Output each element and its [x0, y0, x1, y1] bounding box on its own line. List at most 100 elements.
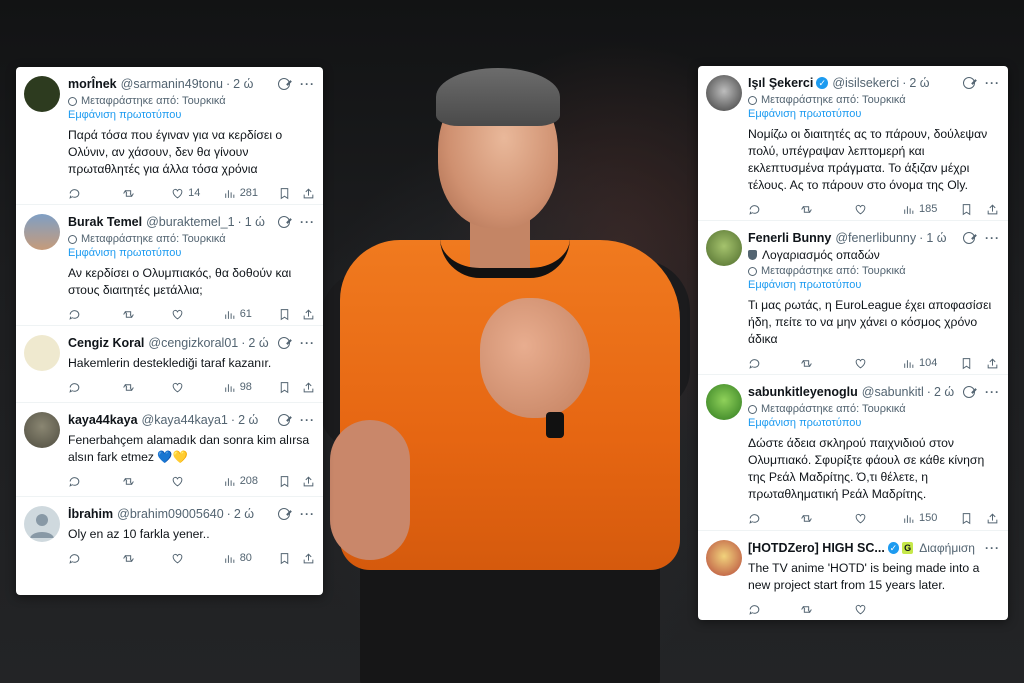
show-original-link[interactable]: Εμφάνιση πρωτοτύπου: [68, 109, 315, 123]
reply-button[interactable]: [68, 381, 122, 394]
avatar[interactable]: [706, 75, 742, 111]
avatar[interactable]: [706, 540, 742, 576]
more-icon[interactable]: ···: [300, 336, 315, 350]
more-icon[interactable]: ···: [985, 385, 1000, 399]
like-button[interactable]: [171, 552, 223, 565]
avatar[interactable]: [24, 214, 60, 250]
author-name[interactable]: kaya44kaya: [68, 413, 138, 427]
timestamp[interactable]: 1 ώ: [926, 231, 946, 245]
reply-button[interactable]: [68, 552, 122, 565]
grok-icon[interactable]: [963, 232, 975, 244]
views-button[interactable]: 80: [223, 552, 279, 565]
views-button[interactable]: 104: [902, 357, 960, 370]
reply-button[interactable]: [748, 357, 800, 370]
author-name[interactable]: Cengiz Koral: [68, 336, 144, 350]
like-button[interactable]: [171, 475, 223, 488]
show-original-link[interactable]: Εμφάνιση πρωτοτύπου: [748, 108, 1000, 122]
reply-button[interactable]: [748, 203, 800, 216]
timestamp[interactable]: 2 ώ: [234, 507, 254, 521]
author-handle[interactable]: @isilsekerci: [832, 76, 899, 90]
more-icon[interactable]: ···: [985, 76, 1000, 90]
share-button[interactable]: [302, 552, 315, 565]
avatar[interactable]: [24, 412, 60, 448]
like-button[interactable]: [854, 357, 902, 370]
retweet-button[interactable]: [800, 203, 854, 216]
like-button[interactable]: 14: [171, 187, 223, 200]
bookmark-button[interactable]: [278, 308, 302, 321]
timestamp[interactable]: 2 ώ: [238, 413, 258, 427]
author-name[interactable]: İbrahim: [68, 507, 113, 521]
bookmark-button[interactable]: [960, 512, 986, 525]
bookmark-button[interactable]: [960, 357, 986, 370]
bookmark-button[interactable]: [960, 203, 986, 216]
share-button[interactable]: [986, 203, 999, 216]
author-handle[interactable]: @fenerlibunny: [835, 231, 916, 245]
grok-icon[interactable]: [278, 216, 290, 228]
share-button[interactable]: [302, 475, 315, 488]
retweet-button[interactable]: [122, 187, 172, 200]
retweet-button[interactable]: [122, 308, 172, 321]
more-icon[interactable]: ···: [985, 541, 1000, 555]
author-name[interactable]: Işıl Şekerci: [748, 76, 813, 90]
reply-button[interactable]: [748, 512, 800, 525]
reply-button[interactable]: [68, 308, 122, 321]
show-original-link[interactable]: Εμφάνιση πρωτοτύπου: [748, 417, 1000, 431]
author-name[interactable]: Burak Temel: [68, 215, 142, 229]
author-name[interactable]: [HOTDZero] HIGH SC...: [748, 541, 885, 555]
show-original-link[interactable]: Εμφάνιση πρωτοτύπου: [748, 279, 1000, 293]
more-icon[interactable]: ···: [985, 231, 1000, 245]
avatar[interactable]: [24, 335, 60, 371]
grok-icon[interactable]: [278, 414, 290, 426]
author-handle[interactable]: @brahim09005640: [117, 507, 224, 521]
more-icon[interactable]: ···: [300, 413, 315, 427]
reply-button[interactable]: [68, 475, 122, 488]
bookmark-button[interactable]: [278, 381, 302, 394]
like-button[interactable]: [171, 308, 223, 321]
bookmark-button[interactable]: [278, 552, 302, 565]
retweet-button[interactable]: [122, 475, 172, 488]
like-button[interactable]: [854, 203, 902, 216]
reply-button[interactable]: [748, 603, 800, 616]
share-button[interactable]: [986, 512, 999, 525]
author-handle[interactable]: @kaya44kaya1: [142, 413, 228, 427]
views-button[interactable]: 281: [223, 187, 279, 200]
author-handle[interactable]: @cengizkoral01: [148, 336, 238, 350]
timestamp[interactable]: 2 ώ: [248, 336, 268, 350]
like-button[interactable]: [854, 603, 902, 616]
like-button[interactable]: [171, 381, 223, 394]
more-icon[interactable]: ···: [300, 507, 315, 521]
views-button[interactable]: 61: [223, 308, 279, 321]
views-button[interactable]: 185: [902, 203, 960, 216]
timestamp[interactable]: 1 ώ: [245, 215, 265, 229]
author-name[interactable]: morÎnek: [68, 77, 117, 91]
author-name[interactable]: Fenerli Bunny: [748, 231, 831, 245]
grok-icon[interactable]: [278, 508, 290, 520]
bookmark-button[interactable]: [278, 475, 302, 488]
author-name[interactable]: sabunkitleyenoglu: [748, 385, 858, 399]
grok-icon[interactable]: [963, 77, 975, 89]
timestamp[interactable]: 2 ώ: [934, 385, 954, 399]
reply-button[interactable]: [68, 187, 122, 200]
retweet-button[interactable]: [122, 381, 172, 394]
share-button[interactable]: [302, 187, 315, 200]
like-button[interactable]: [854, 512, 902, 525]
retweet-button[interactable]: [122, 552, 172, 565]
retweet-button[interactable]: [800, 357, 854, 370]
bookmark-button[interactable]: [278, 187, 302, 200]
author-handle[interactable]: @buraktemel_1: [146, 215, 234, 229]
avatar[interactable]: [24, 506, 60, 542]
share-button[interactable]: [986, 357, 999, 370]
retweet-button[interactable]: [800, 603, 854, 616]
views-button[interactable]: 150: [902, 512, 960, 525]
more-icon[interactable]: ···: [300, 215, 315, 229]
grok-icon[interactable]: [963, 386, 975, 398]
avatar[interactable]: [706, 384, 742, 420]
timestamp[interactable]: 2 ώ: [233, 77, 253, 91]
author-handle[interactable]: @sarmanin49tonu: [121, 77, 223, 91]
avatar[interactable]: [24, 76, 60, 112]
show-original-link[interactable]: Εμφάνιση πρωτοτύπου: [68, 247, 315, 261]
grok-icon[interactable]: [278, 78, 290, 90]
views-button[interactable]: 98: [223, 381, 279, 394]
share-button[interactable]: [302, 381, 315, 394]
retweet-button[interactable]: [800, 512, 854, 525]
